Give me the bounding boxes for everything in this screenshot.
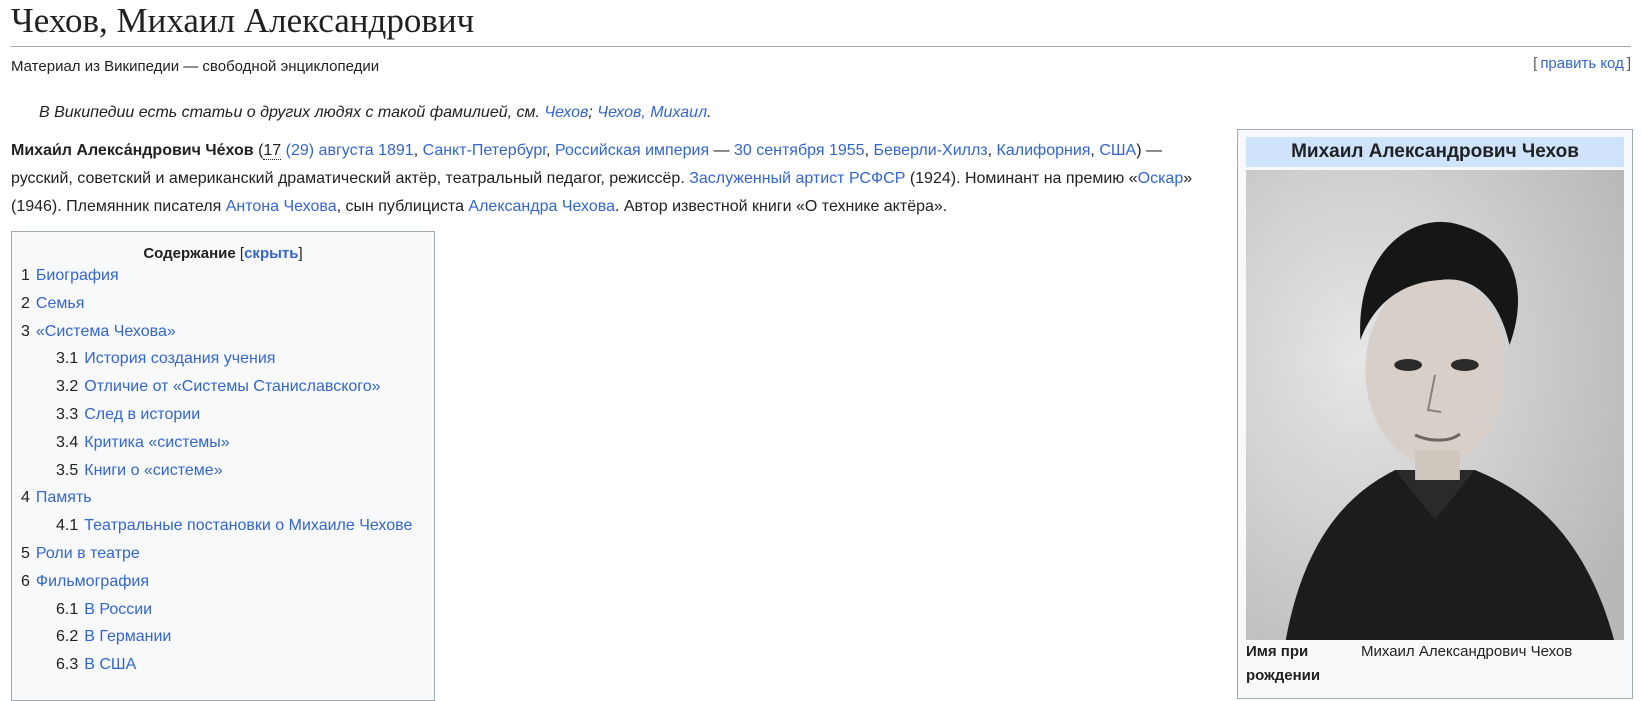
- toc-item-number: 3.2: [56, 378, 79, 396]
- toc-item[interactable]: 2 Семья: [12, 290, 434, 318]
- link-alexander-chekhov[interactable]: Александра Чехова: [468, 198, 615, 215]
- link-anton-chekhov[interactable]: Антона Чехова: [226, 198, 337, 215]
- table-of-contents: Содержание [скрыть] 1 Биография 2 Семья 3 «Си…: [11, 231, 435, 701]
- toc-item-link[interactable]: «Система Чехова»: [36, 323, 176, 340]
- toc-bracket-close: ]: [298, 245, 303, 262]
- toc-item-link[interactable]: В США: [84, 656, 136, 673]
- toc-item[interactable]: 1 Биография: [12, 262, 434, 290]
- infobox-value: Михаил Александрович Чехов: [1361, 643, 1573, 660]
- link-death-state[interactable]: Калифорния: [997, 142, 1091, 159]
- toc-bracket-open: [: [235, 245, 245, 262]
- lead-text: , сын публициста: [336, 198, 469, 215]
- toc-item-link[interactable]: Фильмография: [36, 573, 149, 590]
- toc-list: 1 Биография 2 Семья 3 «Система Чехова» 3.1 Исто…: [12, 262, 434, 679]
- toc-item[interactable]: 6.2 В Германии: [12, 623, 434, 651]
- link-oscar[interactable]: Оскар: [1138, 170, 1184, 187]
- link-birth-city[interactable]: Санкт-Петербург: [423, 142, 547, 159]
- page-title: Чехов, Михаил Александрович: [11, 0, 1631, 47]
- lead-text: (1924). Номинант на премию «: [905, 170, 1138, 187]
- toc-item[interactable]: 3.3 След в истории: [12, 401, 434, 429]
- lead-text: ,: [413, 142, 423, 159]
- toc-item[interactable]: 4.1 Театральные постановки о Михаиле Чехо…: [12, 512, 434, 540]
- hatnote-text: В Википедии есть статьи о других людях с…: [39, 104, 545, 121]
- toc-item-link[interactable]: Критика «системы»: [84, 434, 229, 451]
- lead-text: ,: [1090, 142, 1100, 159]
- toc-item[interactable]: 6 Фильмография: [12, 568, 434, 596]
- link-death-country[interactable]: США: [1099, 142, 1136, 159]
- lead-text: —: [709, 142, 734, 159]
- lead-text: (: [253, 142, 264, 159]
- hatnote-suffix: .: [707, 104, 712, 121]
- toc-item-link[interactable]: Семья: [36, 295, 84, 312]
- edit-source-link[interactable]: править код: [1537, 55, 1627, 72]
- toc-item-link[interactable]: Книги о «системе»: [84, 462, 222, 479]
- edit-bracket-close: ]: [1626, 55, 1631, 72]
- link-death-city[interactable]: Беверли-Хиллз: [873, 142, 987, 159]
- toc-item[interactable]: 3.2 Отличие от «Системы Станиславского»: [12, 373, 434, 401]
- toc-item-link[interactable]: Память: [36, 489, 92, 506]
- lead-text: . Автор известной книги «О технике актёр…: [614, 198, 948, 215]
- toc-item-number: 3: [21, 322, 30, 340]
- toc-item[interactable]: 4 Память: [12, 484, 434, 512]
- hatnote: В Википедии есть статьи о других людях с…: [39, 104, 712, 122]
- toc-item-link[interactable]: В России: [84, 601, 152, 618]
- toc-item-number: 3.4: [56, 433, 79, 451]
- toc-title: Содержание [скрыть]: [12, 245, 434, 262]
- lead-text: ,: [987, 142, 997, 159]
- toc-item-number: 6.1: [56, 600, 79, 618]
- infobox-header: Михаил Александрович Чехов: [1246, 137, 1624, 167]
- toc-item[interactable]: 3 «Система Чехова»: [12, 318, 434, 346]
- toc-item[interactable]: 6.1 В России: [12, 596, 434, 624]
- infobox-label: Имя при рождении: [1246, 643, 1321, 684]
- toc-item[interactable]: 6.3 В США: [12, 651, 434, 679]
- toc-hide-link[interactable]: скрыть: [244, 245, 298, 262]
- hatnote-link-chekhov-mikhail[interactable]: Чехов, Михаил: [597, 104, 707, 121]
- toc-item-link[interactable]: След в истории: [84, 406, 200, 423]
- toc-item-number: 5: [21, 544, 30, 562]
- toc-item-link[interactable]: Отличие от «Системы Станиславского»: [84, 378, 380, 395]
- toc-item-number: 1: [21, 267, 30, 284]
- link-birth-date[interactable]: (29) августа 1891: [281, 142, 414, 159]
- toc-item-link[interactable]: В Германии: [84, 628, 171, 645]
- toc-heading: Содержание: [143, 245, 236, 262]
- link-death-date[interactable]: 30 сентября 1955: [734, 142, 865, 159]
- link-honored-artist[interactable]: Заслуженный артист РСФСР: [689, 170, 905, 187]
- lead-paragraph: Михаи́л Алекса́ндрович Че́хов (17 (29) а…: [11, 137, 1216, 221]
- portrait-photo[interactable]: [1246, 170, 1624, 640]
- toc-item-number: 4: [21, 489, 30, 507]
- toc-item-link[interactable]: Роли в театре: [36, 545, 140, 562]
- lead-name: Михаи́л Алекса́ндрович Че́хов: [11, 142, 254, 159]
- hatnote-link-chekhov[interactable]: Чехов: [544, 104, 588, 121]
- toc-item-link[interactable]: Биография: [36, 267, 119, 284]
- toc-item-number: 2: [21, 294, 30, 312]
- toc-item-number: 3.5: [56, 461, 79, 479]
- toc-item-number: 3.3: [56, 405, 79, 423]
- edit-section: [править код]: [1533, 55, 1631, 72]
- toc-item[interactable]: 5 Роли в театре: [12, 540, 434, 568]
- infobox: Михаил Александрович Чехов Имя при рожде…: [1237, 129, 1633, 699]
- link-birth-country[interactable]: Российская империя: [555, 142, 709, 159]
- lead-text: ,: [546, 142, 555, 159]
- toc-item[interactable]: 3.5 Книги о «системе»: [12, 457, 434, 485]
- old-style-date: 17: [263, 142, 282, 160]
- toc-item[interactable]: 3.1 История создания учения: [12, 345, 434, 373]
- toc-item-number: 3.1: [56, 350, 79, 368]
- toc-item[interactable]: 3.4 Критика «системы»: [12, 429, 434, 457]
- portrait-image: [1246, 170, 1624, 640]
- toc-item-number: 6.3: [56, 656, 79, 674]
- site-tagline: Материал из Википедии — свободной энцикл…: [11, 58, 380, 75]
- toc-item-number: 6.2: [56, 628, 79, 646]
- toc-item-number: 6: [21, 572, 30, 590]
- toc-item-link[interactable]: История создания учения: [84, 350, 275, 367]
- toc-item-number: 4.1: [56, 517, 79, 535]
- toc-item-link[interactable]: Театральные постановки о Михаиле Чехове: [84, 517, 412, 534]
- hatnote-sep: ;: [588, 104, 598, 121]
